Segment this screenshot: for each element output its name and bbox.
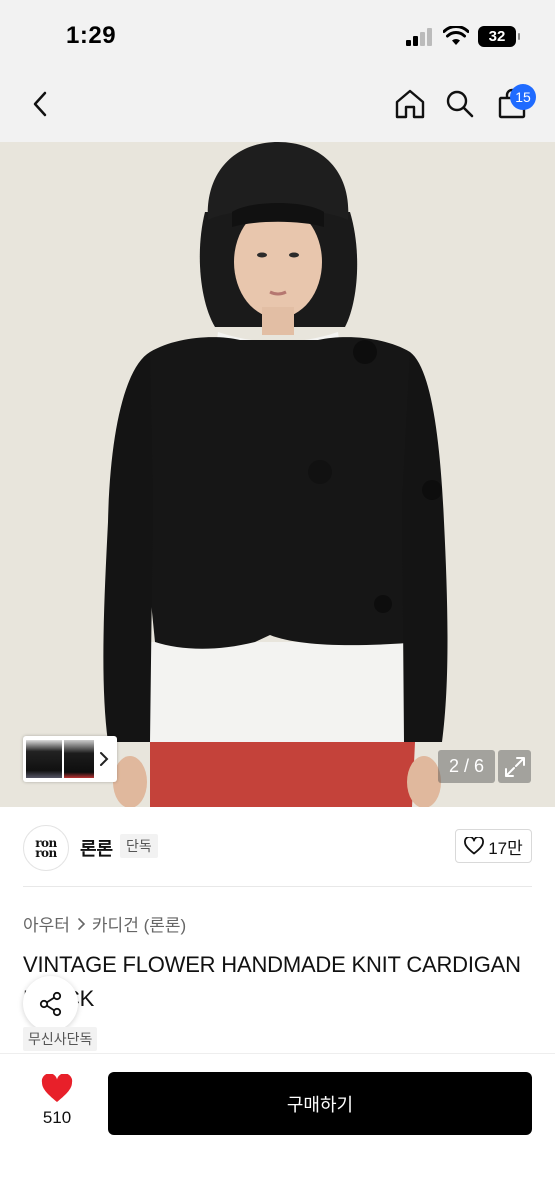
wish-count: 510 bbox=[42, 1108, 72, 1127]
brand-like-button[interactable]: 17만 bbox=[455, 829, 532, 863]
product-title: VINTAGE FLOWER HANDMADE KNIT CARDIGAN BL… bbox=[23, 952, 521, 1011]
chevron-right-icon bbox=[78, 917, 86, 930]
battery-indicator: 32 bbox=[478, 26, 520, 47]
status-bar: 1:29 32 bbox=[0, 0, 555, 70]
brand-like-count: 17만 bbox=[488, 838, 523, 858]
chevron-right-icon bbox=[100, 752, 109, 766]
divider bbox=[23, 886, 532, 887]
wifi-icon bbox=[443, 26, 469, 45]
thumbnail-strip[interactable] bbox=[23, 736, 117, 782]
brand-logo[interactable]: ron ron bbox=[23, 825, 69, 871]
heart-filled-icon[interactable] bbox=[41, 1074, 73, 1104]
share-button[interactable] bbox=[23, 976, 78, 1031]
brand-logo-text: ron ron bbox=[35, 836, 57, 860]
cart-count-badge: 15 bbox=[510, 84, 536, 110]
category-breadcrumb: 아우터 카디건 (론론) bbox=[23, 911, 186, 936]
model-photo bbox=[0, 142, 555, 807]
breadcrumb-cardigan[interactable]: 카디건 (론론) bbox=[92, 911, 186, 936]
brand-row: ron ron 론론 단독 17만 bbox=[0, 820, 555, 886]
expand-icon bbox=[504, 756, 525, 777]
chevron-left-icon bbox=[33, 91, 47, 117]
buy-button[interactable]: 구매하기 bbox=[108, 1072, 532, 1135]
breadcrumb-outer[interactable]: 아우터 bbox=[23, 911, 70, 936]
share-icon bbox=[39, 991, 61, 1016]
exclusive-badge: 무신사단독 bbox=[23, 1027, 98, 1051]
brand-name[interactable]: 론론 bbox=[80, 835, 113, 861]
thumbnail-2[interactable] bbox=[64, 740, 94, 778]
purchase-bar: 510 구매하기 bbox=[0, 1053, 555, 1200]
expand-button[interactable] bbox=[498, 750, 531, 783]
thumbnail-1[interactable] bbox=[26, 740, 62, 778]
home-button[interactable] bbox=[390, 84, 430, 124]
signal-icon bbox=[406, 28, 434, 46]
status-time: 1:29 bbox=[66, 22, 117, 49]
top-nav-bar bbox=[0, 70, 555, 142]
search-button[interactable] bbox=[440, 84, 480, 124]
product-image[interactable] bbox=[0, 142, 555, 807]
search-icon bbox=[446, 90, 474, 118]
back-button[interactable] bbox=[20, 84, 60, 124]
image-counter: 2 / 6 bbox=[438, 750, 495, 783]
brand-exclusive-badge: 단독 bbox=[120, 834, 158, 858]
home-icon bbox=[395, 89, 425, 119]
heart-outline-icon bbox=[464, 837, 485, 855]
